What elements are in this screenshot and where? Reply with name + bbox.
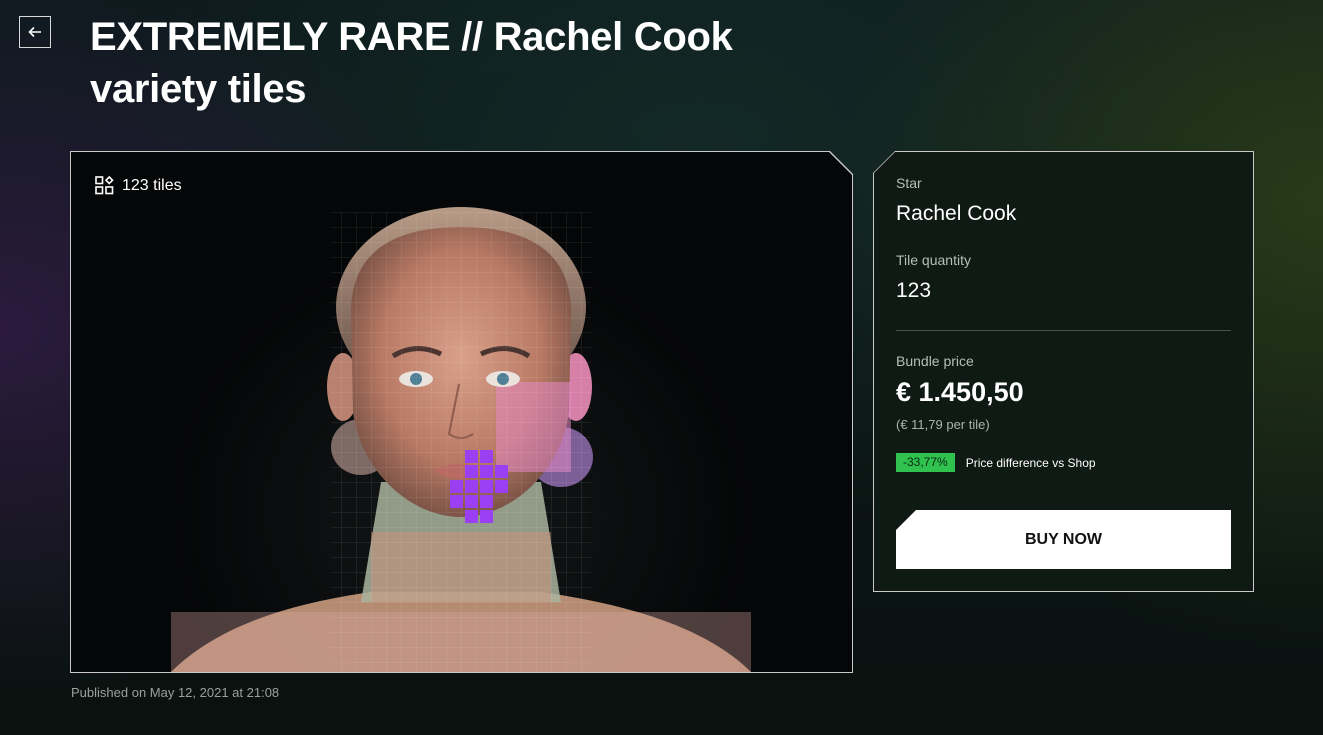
tile-artwork[interactable]: 123 tiles: [71, 152, 852, 672]
page-title: EXTREMELY RARE // Rachel Cook variety ti…: [90, 15, 733, 111]
media-frame: 123 tiles: [70, 151, 853, 673]
tiles-grid-icon: [95, 176, 114, 195]
bundle-price: € 1.450,50: [896, 377, 1024, 407]
star-value: Rachel Cook: [896, 202, 1017, 225]
price-difference-badge: -33,77%: [896, 453, 955, 472]
tile-quantity-value: 123: [896, 279, 932, 302]
tile-quantity-label: Tile quantity: [896, 252, 971, 268]
tiles-count: 123 tiles: [95, 176, 182, 195]
divider: [896, 330, 1231, 331]
buy-now-button[interactable]: BUY NOW: [896, 510, 1231, 569]
arrow-left-icon: [28, 26, 41, 38]
bundle-price-label: Bundle price: [896, 353, 974, 369]
published-date: Published on May 12, 2021 at 21:08: [71, 685, 280, 700]
price-difference: -33,77% Price difference vs Shop: [896, 453, 1096, 472]
portrait-image: [171, 207, 751, 672]
tiles-count-label: 123 tiles: [122, 176, 182, 194]
price-difference-label: Price difference vs Shop: [965, 455, 1096, 470]
info-panel: Star Rachel Cook Tile quantity 123 Bundl…: [873, 151, 1254, 592]
per-tile-price: (€ 11,79 per tile): [896, 417, 990, 432]
back-button[interactable]: [19, 16, 51, 48]
star-label: Star: [896, 175, 922, 191]
